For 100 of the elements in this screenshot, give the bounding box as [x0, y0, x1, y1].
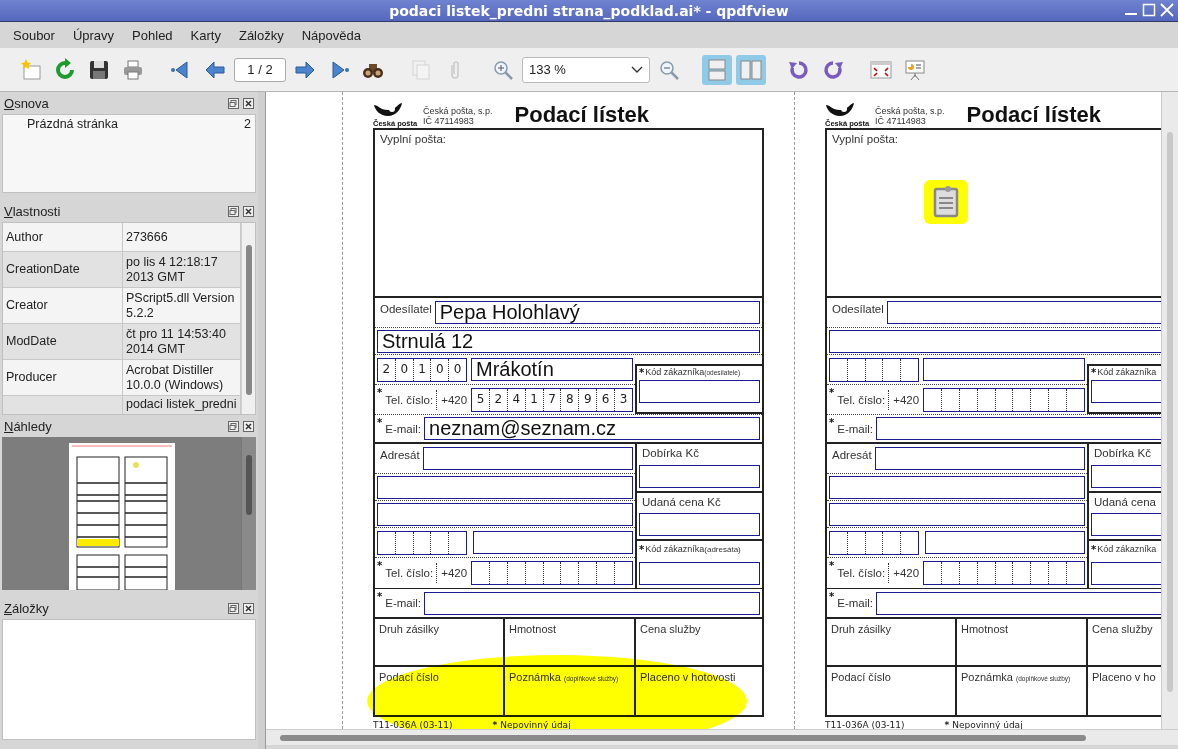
- menu-item[interactable]: Záložky: [229, 25, 293, 45]
- field-label: Druh zásilky: [831, 623, 891, 635]
- page-thumbnail[interactable]: [68, 443, 175, 590]
- property-name: Creator: [3, 288, 123, 324]
- field-label: Dobírka Kč: [1093, 447, 1152, 459]
- input-field[interactable]: [925, 531, 1085, 554]
- input-field[interactable]: [923, 358, 1085, 381]
- field-label: Tel. číslo:: [384, 393, 435, 406]
- splitter-handle[interactable]: [258, 92, 266, 749]
- postcode-field[interactable]: [829, 530, 919, 555]
- menu-item[interactable]: Soubor: [4, 25, 64, 45]
- required-mark: *: [377, 386, 383, 398]
- menu-item[interactable]: Nápověda: [292, 25, 370, 45]
- phone-field[interactable]: [471, 561, 633, 585]
- input-field[interactable]: [473, 531, 633, 554]
- property-value: 273666: [123, 223, 241, 252]
- scrollbar[interactable]: [1161, 92, 1178, 729]
- field-label: Dobírka Kč: [641, 447, 700, 459]
- input-field[interactable]: [377, 475, 633, 499]
- input-field[interactable]: Strnulá 12: [377, 329, 760, 353]
- close-icon[interactable]: [243, 97, 254, 109]
- field-label: Tel. číslo:: [836, 567, 887, 579]
- undock-icon[interactable]: [228, 97, 239, 109]
- panel-title: Osnova: [4, 95, 49, 111]
- phone-field[interactable]: [923, 561, 1085, 585]
- property-value: po lis 4 12:18:17 2013 GMT: [123, 252, 241, 288]
- undock-icon[interactable]: [228, 420, 239, 432]
- scrollbar[interactable]: [241, 437, 256, 590]
- panel-title: Záložky: [4, 600, 49, 616]
- field-label: Vyplní pošta:: [832, 133, 899, 145]
- input-field[interactable]: [639, 513, 760, 537]
- field-label: Odesílatel: [379, 302, 433, 315]
- menu-item[interactable]: Karty: [181, 25, 230, 45]
- field-label: Vyplní pošta:: [380, 133, 447, 145]
- input-field[interactable]: [639, 380, 760, 403]
- property-name: Producer: [3, 360, 123, 396]
- field-label: E-mail:: [384, 422, 422, 435]
- input-field[interactable]: Mrákotín: [471, 358, 633, 381]
- undock-icon[interactable]: [228, 205, 239, 217]
- property-name: Author: [3, 223, 123, 252]
- form-title: Podací lístek: [966, 102, 1102, 128]
- page-number: 2: [244, 117, 251, 131]
- input-field[interactable]: [422, 447, 633, 470]
- field-label: Odesílatel: [831, 302, 885, 315]
- input-field[interactable]: [874, 447, 1085, 470]
- panel-title: Náhledy: [4, 418, 52, 434]
- field-label: Tel. číslo:: [384, 567, 435, 579]
- menu-item[interactable]: Úpravy: [63, 25, 124, 45]
- required-mark: *: [829, 386, 835, 398]
- field-label: Tel. číslo:: [836, 393, 887, 406]
- close-icon[interactable]: [243, 602, 254, 614]
- input-field[interactable]: [876, 591, 1161, 615]
- phone-field[interactable]: 5 2 4 1 7 8 9 6 3: [471, 387, 633, 412]
- input-field[interactable]: [424, 591, 760, 615]
- outline-item[interactable]: Prázdná stránka: [27, 117, 119, 131]
- scrollbar[interactable]: [266, 729, 1178, 745]
- continuous-layout-icon: [705, 57, 729, 82]
- print-icon: [121, 57, 145, 82]
- note-annotation-icon[interactable]: [924, 180, 968, 224]
- close-icon[interactable]: [243, 420, 254, 432]
- required-mark: *: [829, 416, 835, 428]
- form-code: T11-036A (03-11): [825, 720, 905, 729]
- reload-icon: [53, 57, 77, 82]
- phone-prefix: +420: [436, 389, 472, 410]
- input-field[interactable]: [639, 464, 760, 488]
- legend-text: Nepovinný údaj: [952, 720, 1023, 729]
- page-number-field[interactable]: 1 / 2: [234, 57, 286, 82]
- input-field[interactable]: [829, 329, 1161, 353]
- postcode-field[interactable]: [377, 530, 467, 555]
- chevron-down-icon: [631, 65, 643, 74]
- input-field[interactable]: [829, 475, 1085, 499]
- input-field[interactable]: [829, 502, 1085, 526]
- postcode-field[interactable]: 2 0 1 0 0: [377, 357, 467, 382]
- close-icon[interactable]: [243, 205, 254, 217]
- field-label: Adresát: [831, 448, 873, 461]
- input-field[interactable]: [639, 562, 760, 585]
- company-id: IČ 47114983: [875, 116, 926, 126]
- company-id: IČ 47114983: [423, 116, 474, 126]
- input-field[interactable]: [876, 417, 1161, 440]
- input-field[interactable]: neznam@seznam.cz: [424, 417, 760, 440]
- zoom-combo[interactable]: 133 %: [522, 56, 650, 83]
- field-label: Cena služby: [640, 623, 701, 635]
- required-mark: *: [829, 590, 835, 602]
- phone-field[interactable]: [923, 387, 1085, 412]
- maximize-icon[interactable]: [1142, 3, 1156, 17]
- field-label: E-mail:: [836, 422, 874, 435]
- field-label: Cena služby: [1092, 623, 1153, 635]
- input-field[interactable]: [886, 301, 1161, 324]
- panel-title: Vlastnosti: [4, 203, 61, 219]
- input-field[interactable]: Pepa Holohlavý: [434, 301, 760, 324]
- undock-icon[interactable]: [228, 602, 239, 614]
- property-value: podaci listek_predni: [123, 396, 241, 414]
- property-value: čt pro 11 14:53:40 2014 GMT: [123, 324, 241, 360]
- menu-item[interactable]: Pohled: [123, 25, 182, 45]
- company-name: Česká pošta, s.p.: [875, 107, 945, 116]
- input-field[interactable]: [377, 502, 633, 526]
- postcode-field[interactable]: [829, 357, 919, 382]
- property-name: CreationDate: [3, 252, 123, 288]
- required-mark: *: [377, 590, 383, 602]
- required-mark: *: [377, 559, 383, 571]
